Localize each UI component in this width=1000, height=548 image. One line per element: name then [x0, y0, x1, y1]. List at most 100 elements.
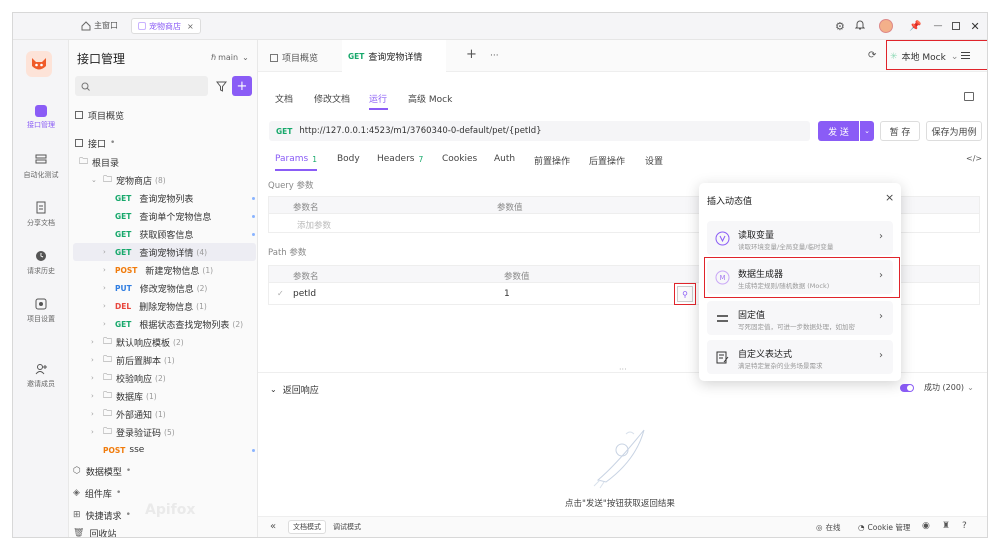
project-tab[interactable]: 宠物商店 × [131, 18, 201, 34]
nav-invite[interactable]: 邀请成员 [13, 362, 69, 389]
drag-handle-icon[interactable]: ··· [619, 365, 627, 374]
param-tab-post[interactable]: 后置操作 [589, 154, 625, 167]
close-window-icon[interactable]: ✕ [970, 20, 979, 33]
record-icon[interactable]: ◉ [922, 521, 930, 531]
root-folder[interactable]: 🗀 根目录 [79, 153, 119, 171]
url-bar[interactable]: GET http://127.0.0.1:4523/m1/3760340-0-d… [269, 121, 810, 141]
endpoint-name: 修改宠物信息 [139, 284, 194, 295]
help-icon[interactable]: ? [962, 521, 967, 531]
param-tab-headers[interactable]: Headers 7 [377, 154, 423, 164]
tree-endpoint-item[interactable]: GET 查询宠物列表 [115, 189, 193, 207]
chevron-down-icon: ⌄ [967, 383, 974, 392]
components-item[interactable]: ◈ 组件库 • [73, 484, 121, 502]
minimize-icon[interactable]: — [933, 21, 942, 31]
status-select[interactable]: 成功 (200) ⌄ [924, 382, 974, 393]
param-name[interactable]: petId [293, 289, 316, 299]
add-tab-button[interactable]: + [466, 47, 477, 62]
tree-endpoint-item[interactable]: › GET 根据状态查找宠物列表 (2) [103, 315, 243, 333]
collapse-icon[interactable]: « [270, 521, 276, 532]
tab-active-endpoint[interactable]: GET 查询宠物详情 [342, 40, 446, 72]
param-tab-params[interactable]: Params 1 [275, 154, 317, 164]
layout-toggle-icon[interactable] [964, 92, 974, 101]
tree-folder-item[interactable]: › 🗀 外部通知 (1) [91, 405, 166, 423]
bell-icon[interactable] [854, 19, 873, 33]
method-badge: POST [103, 445, 126, 455]
chevron-right-icon: › [91, 428, 94, 436]
maximize-icon[interactable] [952, 22, 961, 30]
search-input[interactable] [75, 76, 208, 96]
send-dropdown-button[interactable]: ⌄ [860, 121, 874, 141]
data-models-item[interactable]: ⬡ 数据模型 • [73, 462, 131, 480]
refresh-icon[interactable]: ⟳ [868, 50, 876, 61]
method-badge: GET [115, 193, 132, 203]
nav-history[interactable]: 请求历史 [13, 249, 69, 276]
tree-endpoint-item[interactable]: GET 查询单个宠物信息 [115, 207, 211, 225]
popup-item-variable[interactable]: 读取变量 读取环境变量/全局变量/临时变量 › [707, 221, 893, 255]
param-tab-auth[interactable]: Auth [494, 154, 515, 164]
tree-endpoint-item[interactable]: › PUT 修改宠物信息 (2) [103, 279, 207, 297]
cookie-manager[interactable]: ◔ Cookie 管理 [858, 522, 910, 533]
param-tab-pre[interactable]: 前置操作 [534, 154, 570, 167]
save-button[interactable]: 暂 存 [880, 121, 920, 141]
subtab-run[interactable]: 运行 [369, 92, 387, 105]
item-subtitle: 满足特定复杂的业务场景需求 [738, 362, 823, 370]
app-logo [26, 51, 52, 77]
code-icon[interactable]: </> [966, 154, 982, 163]
more-tabs-button[interactable]: ··· [490, 51, 499, 61]
rocket-illustration [586, 420, 658, 490]
param-value[interactable]: 1 [504, 289, 510, 299]
quick-request-item[interactable]: ⊞ 快捷请求 • [73, 506, 131, 524]
url-input[interactable]: http://127.0.0.1:4523/m1/3760340-0-defau… [299, 126, 541, 136]
branch-select[interactable]: ℏ main ⌄ [211, 53, 249, 62]
folder-pet-store[interactable]: ⌄ 🗀 宠物商店 (8) [91, 171, 166, 189]
nav-automation[interactable]: 自动化测试 [13, 153, 69, 180]
expression-icon [715, 350, 730, 365]
response-section[interactable]: ⌄ 返回响应 [270, 383, 319, 396]
shirt-icon[interactable]: ♜ [942, 521, 950, 531]
nav-share-docs[interactable]: 分享文档 [13, 201, 69, 228]
check-icon[interactable]: ✓ [277, 289, 284, 298]
subtab-doc[interactable]: 文档 [275, 92, 293, 105]
tree-folder-item[interactable]: › 🗀 前后置脚本 (1) [91, 351, 175, 369]
param-tab-settings[interactable]: 设置 [645, 154, 663, 167]
response-toggle[interactable] [900, 384, 914, 392]
popup-item-fixed-value[interactable]: 固定值 写死固定值，可进一步数据处理，如加密 › [707, 301, 893, 335]
tree-endpoint-item[interactable]: › DEL 删除宠物信息 (1) [103, 297, 207, 315]
filter-icon[interactable] [215, 80, 227, 92]
debug-mode-button[interactable]: 调试模式 [328, 520, 366, 534]
method-select[interactable]: GET [276, 127, 292, 136]
doc-mode-button[interactable]: 文档模式 [288, 520, 326, 534]
send-button[interactable]: 发 送 [818, 121, 859, 141]
param-tab-body[interactable]: Body [337, 154, 360, 164]
folder-count: (1) [155, 409, 166, 419]
pin-icon[interactable]: 📌 [909, 21, 921, 32]
popup-item-expression[interactable]: 自定义表达式 满足特定复杂的业务场景需求 › [707, 340, 893, 374]
tree-endpoint-item[interactable]: › POST 新建宠物信息 (1) [103, 261, 213, 279]
root-label: 根目录 [92, 158, 120, 169]
tree-folder-item[interactable]: › 🗀 默认响应模板 (2) [91, 333, 184, 351]
tree-endpoint-item[interactable]: GET 获取顾客信息 [115, 225, 193, 243]
save-as-case-button[interactable]: 保存为用例 [926, 121, 982, 141]
add-param-placeholder[interactable]: 添加参数 [297, 219, 331, 231]
close-icon[interactable]: × [885, 191, 894, 204]
trash-item[interactable]: 🗑 回收站 [73, 528, 116, 537]
gear-icon[interactable]: ⚙ [835, 20, 851, 33]
nav-api-management[interactable]: 接口管理 [13, 105, 69, 130]
tree-folder-item[interactable]: › 🗀 数据库 (1) [91, 387, 157, 405]
project-overview-item[interactable]: 项目概览 [75, 106, 124, 124]
tab-overview[interactable]: 项目概览 [270, 51, 318, 64]
subtab-advanced-mock[interactable]: 高级 Mock [408, 92, 452, 105]
param-tab-cookies[interactable]: Cookies [442, 154, 477, 164]
tree-endpoint-item[interactable]: POST sse [103, 441, 144, 459]
avatar[interactable] [879, 19, 893, 33]
nav-settings[interactable]: 项目设置 [13, 297, 69, 324]
tree-folder-item[interactable]: › 🗀 校验响应 (2) [91, 369, 166, 387]
home-tab[interactable]: 主窗口 [81, 20, 118, 31]
subtab-edit-doc[interactable]: 修改文档 [314, 92, 350, 105]
online-status[interactable]: ◎ 在线 [816, 522, 841, 533]
tree-folder-item[interactable]: › 🗀 登录验证码 (5) [91, 423, 175, 441]
add-button[interactable]: + [232, 76, 252, 96]
interfaces-root[interactable]: 接口 • [75, 134, 115, 152]
tree-endpoint-item-selected[interactable]: › GET 查询宠物详情 (4) [103, 243, 207, 261]
close-tab-icon[interactable]: × [187, 22, 194, 31]
